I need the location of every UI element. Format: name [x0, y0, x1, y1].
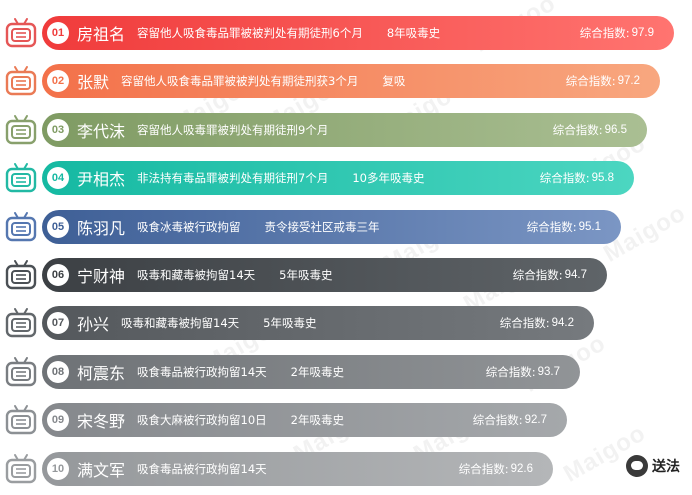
rank-badge: 05	[47, 215, 69, 238]
ranking-bar[interactable]: 05 陈羽凡 吸食冰毒被行政拘留 责令接受社区戒毒三年 综合指数: 95.1	[42, 209, 621, 244]
case-description: 容留他人吸食毒品罪被被判处有期徒刑获3个月	[121, 74, 359, 89]
score-label: 综合指数:	[499, 316, 550, 331]
drug-history: 2年吸毒史	[290, 364, 344, 379]
case-description: 吸毒和藏毒被拘留14天	[121, 316, 240, 331]
drug-history: 责令接受社区戒毒三年	[264, 219, 380, 234]
ranking-bar[interactable]: 03 李代沫 容留他人吸毒罪被判处有期徒刑9个月 综合指数: 96.5	[42, 112, 647, 147]
score-label: 综合指数:	[539, 171, 590, 186]
person-name: 张默	[77, 73, 110, 93]
person-name: 李代沫	[77, 121, 126, 141]
person-name: 柯震东	[77, 363, 126, 383]
ranking-bar[interactable]: 09 宋冬野 吸食大麻被行政拘留10日 2年吸毒史 综合指数: 92.7	[42, 403, 567, 438]
ranking-bar[interactable]: 08 柯震东 吸食毒品被行政拘留14天 2年吸毒史 综合指数: 93.7	[42, 354, 580, 389]
score-value: 97.9	[631, 27, 654, 39]
tv-icon	[5, 260, 37, 290]
ranking-bar[interactable]: 04 尹相杰 非法持有毒品罪被判处有期徒刑7个月 10多年吸毒史 综合指数: 95.8	[42, 161, 634, 196]
score-label: 综合指数:	[458, 461, 509, 476]
score-label: 综合指数:	[579, 26, 630, 40]
case-description: 容留他人吸食毒品罪被被判处有期徒刑6个月	[137, 26, 363, 40]
person-name: 尹相杰	[77, 170, 126, 190]
score-label: 综合指数:	[552, 122, 603, 137]
ranking-bar[interactable]: 06 宁财神 吸毒和藏毒被拘留14天 5年吸毒史 综合指数: 94.7	[42, 258, 607, 292]
rank-badge: 07	[47, 312, 69, 335]
drug-history: 5年吸毒史	[263, 316, 317, 331]
case-description: 吸食冰毒被行政拘留	[137, 219, 241, 234]
case-description: 非法持有毒品罪被判处有期徒刑7个月	[137, 171, 329, 186]
rank-badge: 02	[47, 70, 69, 93]
score-label: 综合指数:	[526, 219, 577, 234]
tv-icon	[5, 114, 37, 144]
drug-history: 8年吸毒史	[386, 26, 441, 40]
tv-icon	[5, 211, 37, 241]
watermark-text: Maigoo	[559, 419, 651, 488]
ranking-bar[interactable]: 07 孙兴 吸毒和藏毒被拘留14天 5年吸毒史 综合指数: 94.2	[42, 306, 594, 341]
drug-history: 5年吸毒史	[279, 268, 333, 282]
person-name: 宁财神	[77, 267, 126, 286]
wechat-icon	[626, 455, 648, 477]
case-description: 吸食毒品被行政拘留14天	[137, 461, 267, 476]
score-value: 95.8	[591, 172, 614, 185]
rank-badge: 08	[47, 360, 69, 383]
person-name: 陈羽凡	[77, 218, 126, 238]
drug-history: 复吸	[382, 74, 406, 89]
rank-badge: 01	[47, 22, 69, 44]
case-description: 吸毒和藏毒被拘留14天	[137, 268, 256, 282]
score-label: 综合指数:	[472, 413, 523, 428]
score-value: 92.6	[510, 462, 533, 475]
case-description: 吸食毒品被行政拘留14天	[137, 364, 267, 379]
score-value: 94.7	[564, 269, 587, 281]
ranking-bar[interactable]: 01 房祖名 容留他人吸食毒品罪被被判处有期徒刑6个月 8年吸毒史 综合指数: 97.9	[42, 16, 674, 50]
case-description: 容留他人吸毒罪被判处有期徒刑9个月	[137, 122, 329, 137]
person-name: 房祖名	[77, 25, 126, 44]
tv-icon	[5, 453, 37, 483]
person-name: 满文军	[77, 460, 126, 480]
tv-icon	[5, 405, 37, 435]
rank-badge: 04	[47, 167, 69, 190]
score-label: 综合指数:	[485, 364, 536, 379]
drug-history: 10多年吸毒史	[352, 171, 425, 186]
score-value: 97.2	[617, 75, 640, 88]
tv-icon	[5, 356, 37, 386]
tv-icon	[5, 163, 37, 193]
ranking-bar[interactable]: 10 满文军 吸食毒品被行政拘留14天 综合指数: 92.6	[42, 451, 553, 486]
person-name: 宋冬野	[77, 412, 126, 432]
tv-icon	[5, 308, 37, 338]
ranking-page: MaigooMaigooMaigooMaigooMaigooMaigooMaig…	[0, 0, 692, 495]
score-label: 综合指数:	[512, 268, 563, 282]
score-value: 94.2	[551, 317, 574, 330]
rank-badge: 06	[47, 264, 69, 286]
ranking-bar[interactable]: 02 张默 容留他人吸食毒品罪被被判处有期徒刑获3个月 复吸 综合指数: 97.2	[42, 64, 660, 99]
rank-badge: 10	[47, 457, 69, 480]
score-value: 93.7	[537, 365, 560, 378]
case-description: 吸食大麻被行政拘留10日	[137, 413, 267, 428]
score-label: 综合指数:	[565, 74, 616, 89]
tv-icon	[5, 18, 37, 48]
person-name: 孙兴	[77, 315, 110, 335]
rank-badge: 03	[47, 118, 69, 141]
tv-icon	[5, 66, 37, 96]
rank-badge: 09	[47, 409, 69, 432]
score-value: 95.1	[578, 220, 601, 233]
score-value: 96.5	[604, 123, 627, 136]
drug-history: 2年吸毒史	[290, 413, 344, 428]
footer-brand: 送法	[626, 455, 680, 477]
brand-text: 送法	[652, 459, 680, 475]
score-value: 92.7	[524, 414, 547, 427]
